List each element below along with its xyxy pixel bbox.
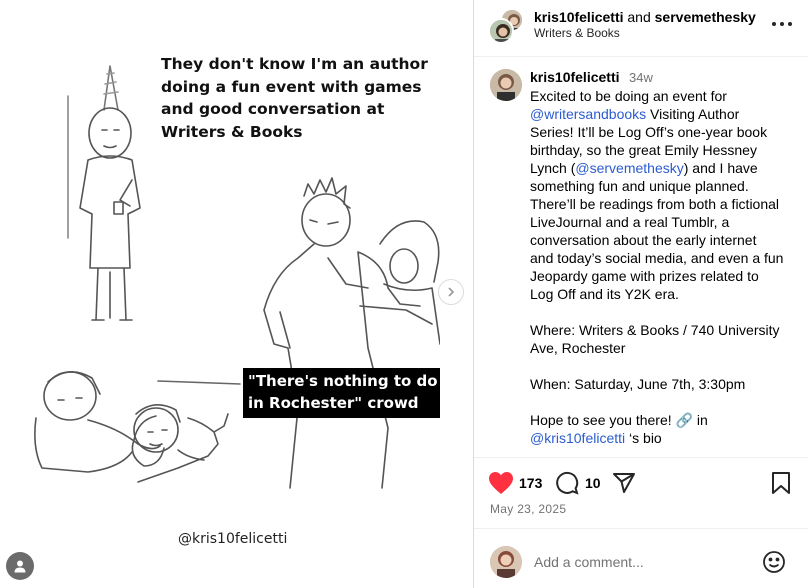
meme-caption: They don't know I'm an author doing a fu… <box>161 55 428 141</box>
caption-segment <box>530 304 534 320</box>
caption-avatar[interactable] <box>490 69 522 101</box>
caption-segment: LiveJournal and a real Tumblr, a <box>530 214 730 230</box>
caption-username[interactable]: kris10felicetti <box>530 69 620 85</box>
caption-line: Hope to see you there! 🔗 in <box>530 411 800 429</box>
dot <box>772 22 776 26</box>
caption-segment: ) and I have <box>683 160 758 176</box>
header-usernames: kris10felicetti and servemethesky <box>534 9 756 25</box>
caption-line: Where: Writers & Books / 740 University <box>530 321 800 339</box>
post-media: They don't know I'm an author doing a fu… <box>0 0 473 588</box>
caption-segment: There’ll be readings from both a fiction… <box>530 196 780 212</box>
caption-text: Excited to be doing an event for @writers… <box>530 87 800 447</box>
dot <box>780 22 784 26</box>
mention-link[interactable]: @kris10felicetti <box>530 430 625 446</box>
caption-segment <box>530 394 534 410</box>
caption-segment: Jeopardy game with prizes related to <box>530 268 759 284</box>
caption-line: something fun and unique planned. <box>530 177 800 195</box>
comment-input[interactable] <box>534 552 754 572</box>
caption-line: Lynch (@servemethesky) and I have <box>530 159 800 177</box>
image-watermark: @kris10felicetti <box>178 531 288 547</box>
caption-segment: Log Off and its Y2K era. <box>530 286 679 302</box>
caption-segment: Series! It’ll be Log Off’s one-year book <box>530 124 768 140</box>
caption-segment: Where: Writers & Books / 740 University <box>530 322 780 338</box>
mention-link[interactable]: @writersandbooks <box>530 106 646 122</box>
header-joiner: and <box>627 9 651 25</box>
caption-timestamp[interactable]: 34w <box>629 70 653 85</box>
more-options-button[interactable] <box>772 14 792 34</box>
comment-count[interactable]: 10 <box>585 475 601 491</box>
heart-icon[interactable] <box>488 471 514 495</box>
next-image-button[interactable] <box>438 279 464 305</box>
caption-line: @writersandbooks Visiting Author <box>530 105 800 123</box>
caption-segment: Visiting Author <box>646 106 740 122</box>
dot <box>788 22 792 26</box>
mention-link[interactable]: @servemethesky <box>575 160 683 176</box>
caption-segment: ‘s bio <box>625 430 662 446</box>
caption-line: Jeopardy game with prizes related to <box>530 267 800 285</box>
caption-line: conversation about the early internet <box>530 231 800 249</box>
share-icon[interactable] <box>612 471 636 495</box>
smiley-icon[interactable] <box>762 550 786 574</box>
chevron-right-icon <box>448 287 455 297</box>
caption-segment <box>530 358 534 374</box>
caption-line: and today’s social media, and even a fun <box>530 249 800 267</box>
avatar-photo <box>490 20 512 42</box>
header-user1[interactable]: kris10felicetti <box>534 9 624 25</box>
crowd-label: "There's nothing to do in Rochester" cro… <box>243 368 440 418</box>
post-date[interactable]: May 23, 2025 <box>490 502 566 516</box>
crowd-label-line1: "There's nothing to do <box>248 372 438 390</box>
caption-segment: When: Saturday, June 7th, 3:30pm <box>530 376 746 392</box>
caption-line: LiveJournal and a real Tumblr, a <box>530 213 800 231</box>
caption-line: @kris10felicetti ‘s bio <box>530 429 800 447</box>
caption-line: Excited to be doing an event for <box>530 87 800 105</box>
caption-segment: something fun and unique planned. <box>530 178 749 194</box>
caption-line <box>530 393 800 411</box>
avatar-photo <box>490 69 522 101</box>
caption-segment: Ave, Rochester <box>530 340 626 356</box>
caption-segment: and today’s social media, and even a fun <box>530 250 784 266</box>
divider <box>474 457 808 458</box>
post-header: kris10felicetti and servemethesky Writer… <box>474 0 808 57</box>
caption-segment: Lynch ( <box>530 160 576 176</box>
header-user2[interactable]: servemethesky <box>655 9 756 25</box>
like-count[interactable]: 173 <box>519 475 542 491</box>
collab-avatars[interactable] <box>488 8 524 44</box>
current-user-avatar <box>490 546 522 578</box>
avatar[interactable] <box>488 18 514 44</box>
person-icon <box>14 560 26 573</box>
caption-segment: conversation about the early internet <box>530 232 757 248</box>
tagged-people-button[interactable] <box>6 552 34 580</box>
location-link[interactable]: Writers & Books <box>534 26 620 40</box>
caption-line: birthday, so the great Emily Hessney <box>530 141 800 159</box>
caption-line: There’ll be readings from both a fiction… <box>530 195 800 213</box>
action-bar: 173 10 <box>474 468 808 498</box>
caption-line <box>530 303 800 321</box>
caption-segment: birthday, so the great Emily Hessney <box>530 142 757 158</box>
caption-line: Log Off and its Y2K era. <box>530 285 800 303</box>
bookmark-icon[interactable] <box>770 471 792 495</box>
crowd-label-line2: in Rochester" crowd <box>248 394 419 412</box>
caption-segment: Hope to see you there! 🔗 in <box>530 412 708 428</box>
caption-line: When: Saturday, June 7th, 3:30pm <box>530 375 800 393</box>
caption-segment: Excited to be doing an event for <box>530 88 727 104</box>
avatar-photo <box>490 546 522 578</box>
divider <box>474 528 808 529</box>
caption-line: Series! It’ll be Log Off’s one-year book <box>530 123 800 141</box>
comment-icon[interactable] <box>555 471 579 495</box>
post-sidebar: kris10felicetti and servemethesky Writer… <box>474 0 808 588</box>
caption-line: Ave, Rochester <box>530 339 800 357</box>
caption-line <box>530 357 800 375</box>
